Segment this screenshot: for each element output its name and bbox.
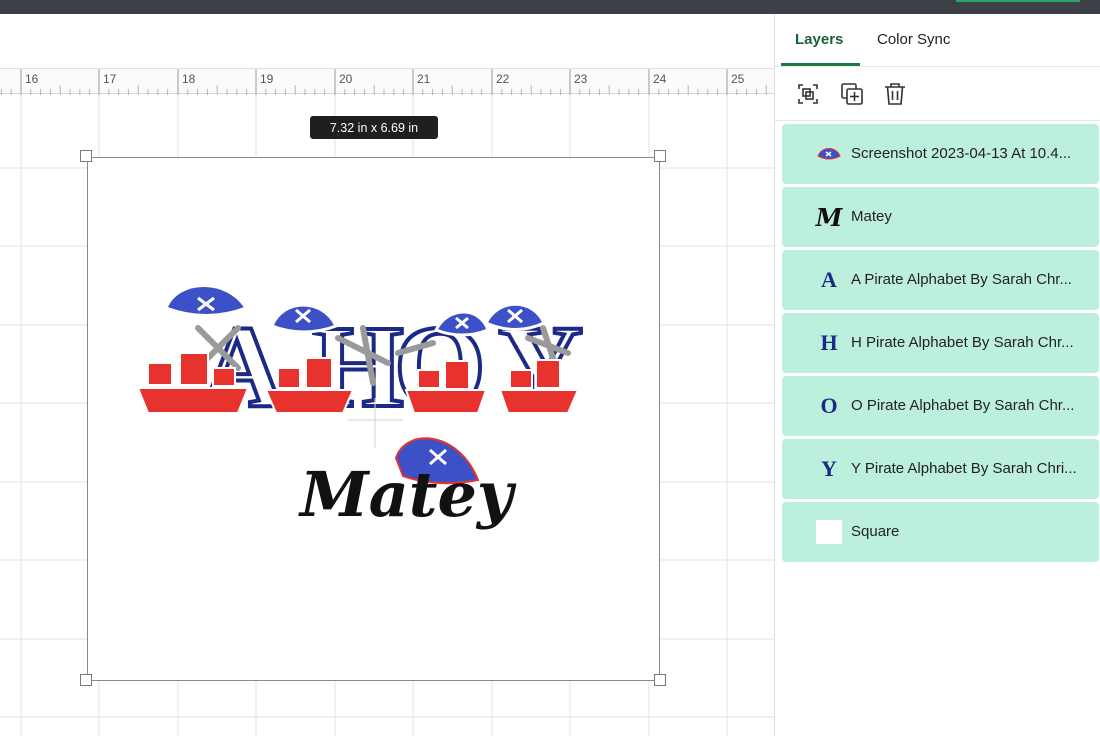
group-button[interactable] <box>795 81 821 107</box>
layer-name: A Pirate Alphabet By Sarah Chr... <box>851 271 1072 288</box>
matey-script-art: Matey <box>298 458 517 531</box>
ruler-number: 24 <box>653 72 667 86</box>
duplicate-icon <box>841 83 863 105</box>
resize-handle-top-right[interactable] <box>654 150 666 162</box>
ruler-number: 17 <box>103 72 117 86</box>
layer-row-matey[interactable]: M Matey <box>782 187 1099 247</box>
white-square-thumb-icon <box>816 519 842 545</box>
letter-h-thumb-icon: H <box>820 330 838 355</box>
trash-icon <box>885 83 905 105</box>
pirate-hat-thumb-icon <box>816 141 842 167</box>
layer-row-letter-o[interactable]: O O Pirate Alphabet By Sarah Chr... <box>782 376 1099 436</box>
tab-layers[interactable]: Layers <box>795 31 843 48</box>
layer-name: H Pirate Alphabet By Sarah Chr... <box>851 334 1074 351</box>
horizontal-ruler: 16 17 18 19 20 21 22 23 24 25 <box>0 68 774 95</box>
layer-row-screenshot[interactable]: Screenshot 2023-04-13 At 10.4... <box>782 124 1099 184</box>
size-badge: 7.32 in x 6.69 in <box>310 116 438 139</box>
layer-name: Square <box>851 523 900 540</box>
ruler-number: 18 <box>182 72 196 86</box>
ruler-number: 20 <box>339 72 353 86</box>
ruler-number: 23 <box>574 72 588 86</box>
script-m-thumb-icon: M <box>815 202 843 232</box>
design-canvas[interactable]: 16 17 18 19 20 21 22 23 24 25 7.32 in x … <box>0 14 774 736</box>
letter-y-thumb-icon: Y <box>821 456 837 481</box>
layers-toolbar <box>775 67 1100 121</box>
ruler-number: 19 <box>260 72 274 86</box>
app-top-bar <box>0 0 1100 14</box>
ruler-number: 16 <box>25 72 39 86</box>
ruler-number: 25 <box>731 72 745 86</box>
resize-handle-bottom-left[interactable] <box>80 674 92 686</box>
selection-box[interactable]: A H O Y <box>87 157 660 681</box>
resize-handle-top-left[interactable] <box>80 150 92 162</box>
resize-handle-bottom-right[interactable] <box>654 674 666 686</box>
ruler-number: 21 <box>417 72 431 86</box>
layer-name: Screenshot 2023-04-13 At 10.4... <box>851 145 1072 162</box>
duplicate-button[interactable] <box>839 81 865 107</box>
letter-a-thumb-icon: A <box>821 267 837 292</box>
group-icon <box>798 84 818 104</box>
layer-row-letter-y[interactable]: Y Y Pirate Alphabet By Sarah Chri... <box>782 439 1099 499</box>
layer-row-square[interactable]: Square <box>782 502 1099 562</box>
tab-color-sync[interactable]: Color Sync <box>877 31 950 48</box>
ahoy-matey-artwork[interactable]: A H O Y <box>88 158 661 682</box>
ruler-number: 22 <box>496 72 510 86</box>
letter-o-thumb-icon: O <box>820 393 838 418</box>
layer-name: Y Pirate Alphabet By Sarah Chri... <box>851 460 1077 477</box>
active-tab-underline <box>781 63 860 66</box>
layer-name: Matey <box>851 208 892 225</box>
top-bar-accent <box>956 0 1080 2</box>
panel-tabs: Layers Color Sync <box>775 14 1100 67</box>
layer-row-letter-h[interactable]: H H Pirate Alphabet By Sarah Chr... <box>782 313 1099 373</box>
layers-panel: Layers Color Sync Screenshot 2023-04-13 … <box>774 14 1100 736</box>
delete-button[interactable] <box>882 81 908 107</box>
layer-row-letter-a[interactable]: A A Pirate Alphabet By Sarah Chr... <box>782 250 1099 310</box>
layer-name: O Pirate Alphabet By Sarah Chr... <box>851 397 1075 414</box>
layers-list: Screenshot 2023-04-13 At 10.4... M Matey… <box>782 124 1099 565</box>
